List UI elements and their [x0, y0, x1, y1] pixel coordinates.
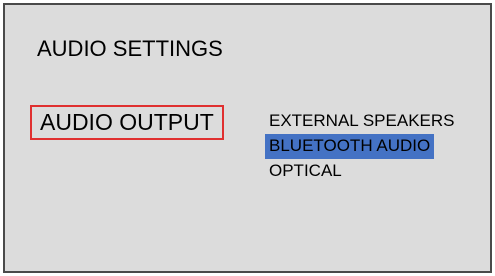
option-bluetooth-audio[interactable]: BLUETOOTH AUDIO: [265, 134, 435, 159]
option-optical[interactable]: OPTICAL: [265, 159, 346, 184]
audio-settings-screen: AUDIO SETTINGS AUDIO OUTPUT EXTERNAL SPE…: [3, 3, 492, 273]
option-external-speakers[interactable]: EXTERNAL SPEAKERS: [265, 109, 459, 134]
screen-title: AUDIO SETTINGS: [37, 36, 223, 61]
audio-output-menu-item[interactable]: AUDIO OUTPUT: [30, 105, 224, 140]
audio-output-options: EXTERNAL SPEAKERS BLUETOOTH AUDIO OPTICA…: [265, 109, 459, 184]
